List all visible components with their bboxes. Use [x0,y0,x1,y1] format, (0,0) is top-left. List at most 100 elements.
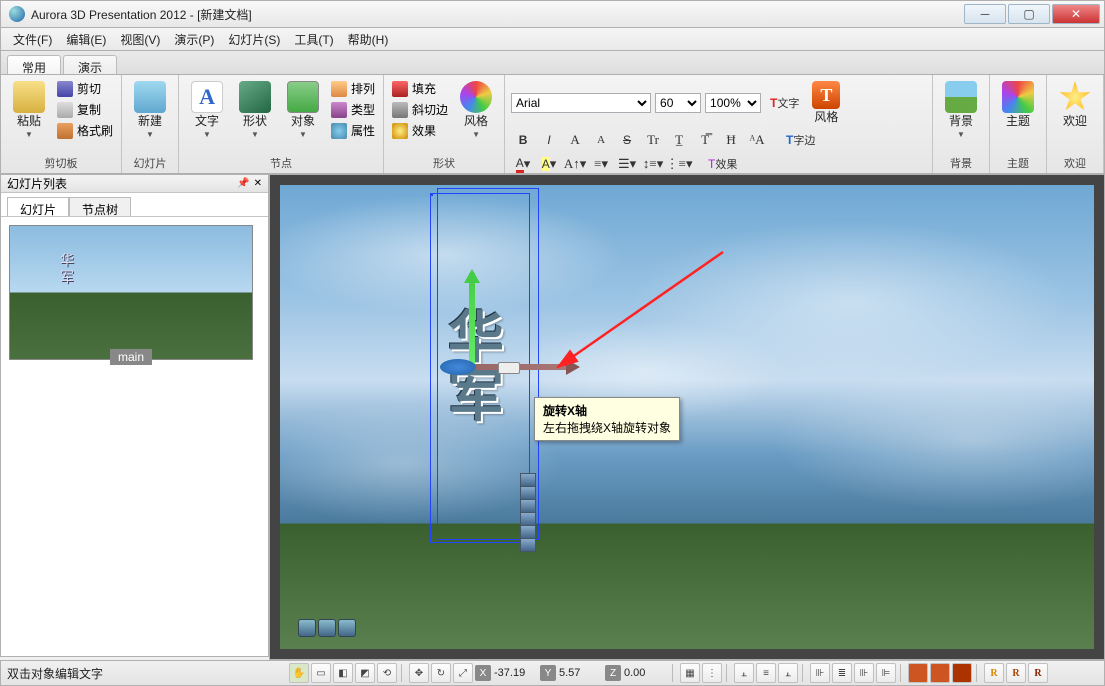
app-icon [9,6,25,22]
canvas-3d-view[interactable]: 华 军 旋转X轴 左右拖拽绕X轴旋转对象 [280,185,1094,649]
font-family-select[interactable]: Arial [511,93,651,113]
size-a-button[interactable]: A [563,130,587,150]
move-tool[interactable]: ✥ [409,663,429,683]
line-spacing-button[interactable]: ↕≡▾ [641,154,665,174]
aa-button[interactable]: ᴬA [745,130,769,150]
tool-4[interactable]: ◩ [355,663,375,683]
align-left-button[interactable]: ≡▾ [589,154,613,174]
hand-tool[interactable]: ✋ [289,663,309,683]
gizmo-origin[interactable] [440,359,476,375]
nav-next-icon[interactable] [338,619,356,637]
tt-button[interactable]: Tr [641,130,665,150]
scale-tool[interactable]: ⤢ [453,663,473,683]
nav-prev-icon[interactable] [298,619,316,637]
menu-view[interactable]: 视图(V) [114,29,166,50]
close-icon[interactable]: ✕ [254,178,262,189]
object-icon [287,81,319,113]
align-tool-2[interactable]: ≡ [756,663,776,683]
cut-button[interactable]: 剪切 [55,79,115,98]
shape-style-button[interactable]: 风格▼ [454,79,498,153]
font-highlight-button[interactable]: A▾ [537,154,561,174]
align-tool-3[interactable]: ⫠ [778,663,798,683]
type-icon [331,102,347,118]
font-char-button[interactable]: T文字 [765,93,804,113]
menu-slides[interactable]: 幻灯片(S) [222,29,286,50]
bold-button[interactable]: B [511,130,535,150]
bullets-button[interactable]: ⋮≡▾ [667,154,691,174]
font-border-button[interactable]: T字边 [781,130,820,150]
select-tool[interactable]: ▭ [311,663,331,683]
close-button[interactable]: ✕ [1052,4,1100,24]
side-tabs: 幻灯片 节点树 [1,193,268,217]
maximize-button[interactable]: ▢ [1008,4,1050,24]
color-b2[interactable] [930,663,950,683]
text-button[interactable]: A文字▼ [185,79,229,153]
welcome-button[interactable]: 欢迎 [1053,79,1097,153]
t2-button[interactable]: T̿ [693,130,717,150]
tab-slides[interactable]: 幻灯片 [7,197,69,216]
group-slides: 新建 ▼ 幻灯片 [122,75,179,173]
arrange-button[interactable]: 排列 [329,79,377,98]
copy-icon [57,102,73,118]
align-tool-1[interactable]: ⫠ [734,663,754,683]
coord-x: X-37.19 [475,665,538,681]
grid-tool-2[interactable]: ⋮ [702,663,722,683]
slide-thumbnail[interactable]: 华 军 main [9,225,253,360]
zoom-select[interactable]: 100% [705,93,761,113]
minimize-button[interactable]: ─ [964,4,1006,24]
font-size-select[interactable]: 60 [655,93,701,113]
dist-tool-2[interactable]: ≣ [832,663,852,683]
hdr-button[interactable]: Ħ [719,130,743,150]
menu-tools[interactable]: 工具(T) [288,29,339,50]
shape-button[interactable]: 形状▼ [233,79,277,153]
dist-tool-3[interactable]: ⊪ [854,663,874,683]
bevel-button[interactable]: 斜切边 [390,100,450,119]
menubar: 文件(F) 编辑(E) 视图(V) 演示(P) 幻灯片(S) 工具(T) 帮助(… [0,28,1105,50]
strike-button[interactable]: S [615,130,639,150]
tab-common[interactable]: 常用 [7,55,61,74]
color-b1[interactable] [908,663,928,683]
render-3[interactable]: R [1028,663,1048,683]
t1-button[interactable]: T̲ [667,130,691,150]
paste-button[interactable]: 粘贴 ▼ [7,79,51,153]
theme-button[interactable]: 主题 [996,79,1040,153]
chevron-down-icon: ▼ [957,130,965,139]
tool-5[interactable]: ⟲ [377,663,397,683]
fill-button[interactable]: 填充 [390,79,450,98]
background-button[interactable]: 背景▼ [939,79,983,153]
font-effect-button[interactable]: T效果 [703,154,742,174]
property-button[interactable]: 属性 [329,121,377,140]
menu-present[interactable]: 演示(P) [168,29,220,50]
format-brush-button[interactable]: 格式刷 [55,121,115,140]
font-style-button[interactable]: T风格 [808,79,844,126]
color-b3[interactable] [952,663,972,683]
size-a2-button[interactable]: A [589,130,613,150]
align-top-button[interactable]: ☰▾ [615,154,639,174]
new-slide-button[interactable]: 新建 ▼ [128,79,172,153]
object-button[interactable]: 对象▼ [281,79,325,153]
rotate-x-handle[interactable] [498,362,520,374]
rotate-tool[interactable]: ↻ [431,663,451,683]
menu-file[interactable]: 文件(F) [7,29,58,50]
tool-3[interactable]: ◧ [333,663,353,683]
shape-effect-button[interactable]: 效果 [390,121,450,140]
nav-buttons[interactable] [298,619,356,637]
grid-tool-1[interactable]: ▦ [680,663,700,683]
object-mini-toolbar[interactable] [520,473,536,551]
menu-edit[interactable]: 编辑(E) [60,29,112,50]
copy-button[interactable]: 复制 [55,100,115,119]
menu-help[interactable]: 帮助(H) [342,29,395,50]
pin-icon[interactable]: 📌 [237,178,249,189]
status-message: 双击对象编辑文字 [7,665,287,682]
type-button[interactable]: 类型 [329,100,377,119]
tab-nodetree[interactable]: 节点树 [69,197,131,216]
tab-present[interactable]: 演示 [63,55,117,74]
render-1[interactable]: R [984,663,1004,683]
nav-home-icon[interactable] [318,619,336,637]
font-grow-button[interactable]: A↑▾ [563,154,587,174]
italic-button[interactable]: I [537,130,561,150]
render-2[interactable]: R [1006,663,1026,683]
font-color-button[interactable]: A▾ [511,154,535,174]
dist-tool-4[interactable]: ⊫ [876,663,896,683]
dist-tool-1[interactable]: ⊪ [810,663,830,683]
